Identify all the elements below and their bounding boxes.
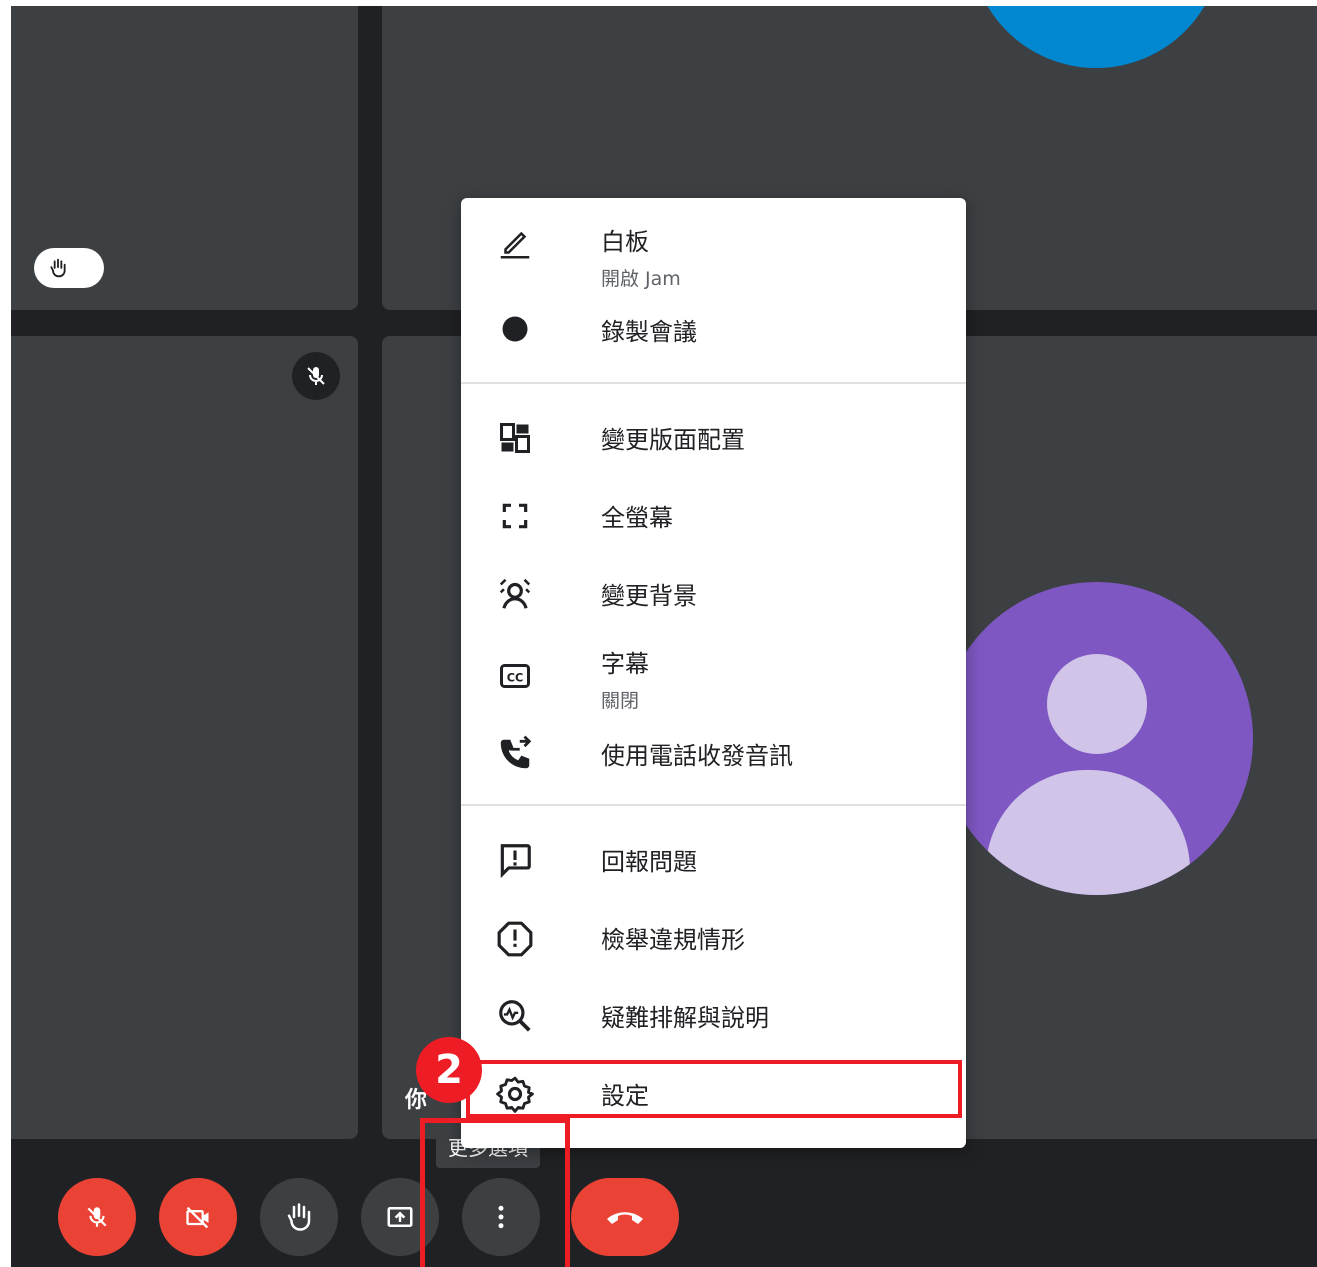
menu-divider	[461, 804, 966, 806]
raise-hand-button[interactable]	[260, 1178, 338, 1256]
menu-item-change-background[interactable]: 變更背景	[461, 554, 966, 632]
menu-item-label: 錄製會議	[601, 318, 697, 346]
avatar	[970, 6, 1222, 68]
menu-item-sublabel: 關閉	[601, 690, 640, 712]
gear-icon	[495, 1074, 535, 1114]
menu-item-sublabel: 開啟 Jam	[601, 268, 681, 290]
menu-item-phone-audio[interactable]: 使用電話收發音訊	[461, 724, 966, 802]
more-options-menu: 白板 開啟 Jam 錄製會議 變更版面配置 全螢幕 變更背景 CC 字幕 關閉	[461, 198, 966, 1148]
mic-off-icon	[307, 367, 325, 385]
background-blur-icon	[495, 574, 535, 614]
menu-item-label: 回報問題	[601, 848, 697, 876]
hand-icon	[287, 1203, 311, 1231]
mic-toggle-button[interactable]	[58, 1178, 136, 1256]
camera-toggle-button[interactable]	[159, 1178, 237, 1256]
avatar	[940, 582, 1253, 895]
menu-item-settings[interactable]: 設定	[461, 1058, 966, 1130]
avatar-body	[986, 770, 1190, 895]
svg-text:CC: CC	[507, 671, 524, 684]
present-screen-button[interactable]	[361, 1178, 439, 1256]
menu-item-change-layout[interactable]: 變更版面配置	[461, 398, 966, 476]
menu-item-label: 變更版面配置	[601, 426, 745, 454]
menu-item-report-abuse[interactable]: 檢舉違規情形	[461, 898, 966, 976]
menu-item-label: 檢舉違規情形	[601, 926, 745, 954]
menu-item-label: 全螢幕	[601, 504, 673, 532]
pen-icon	[495, 223, 535, 263]
phone-forward-icon	[495, 734, 535, 774]
mic-off-icon	[87, 1207, 107, 1227]
feedback-icon	[495, 840, 535, 880]
muted-indicator	[292, 352, 340, 400]
step-number-badge: 2	[416, 1037, 482, 1103]
avatar-head	[1047, 654, 1147, 754]
menu-item-report-problem[interactable]: 回報問題	[461, 820, 966, 898]
troubleshoot-icon	[495, 996, 535, 1036]
menu-item-label: 設定	[601, 1082, 649, 1110]
fullscreen-icon	[495, 496, 535, 536]
leave-call-button[interactable]	[571, 1178, 679, 1256]
menu-item-label: 使用電話收發音訊	[601, 742, 793, 770]
menu-item-label: 字幕	[601, 650, 649, 678]
menu-divider	[461, 382, 966, 384]
menu-item-captions[interactable]: CC 字幕 關閉	[461, 632, 966, 724]
closed-caption-icon: CC	[495, 656, 535, 696]
layout-icon	[495, 418, 535, 458]
menu-item-whiteboard[interactable]: 白板 開啟 Jam	[461, 198, 966, 290]
call-end-icon	[607, 1212, 643, 1224]
participant-tile	[11, 336, 358, 1139]
report-icon	[495, 919, 535, 959]
menu-item-label: 白板	[601, 228, 649, 256]
more-vert-icon	[498, 1205, 504, 1229]
present-icon	[387, 1207, 413, 1227]
menu-item-label: 疑難排解與說明	[601, 1004, 769, 1032]
menu-item-fullscreen[interactable]: 全螢幕	[461, 476, 966, 554]
camera-off-icon	[186, 1206, 209, 1229]
menu-item-record[interactable]: 錄製會議	[461, 290, 966, 368]
menu-item-label: 變更背景	[601, 582, 697, 610]
more-options-button[interactable]	[462, 1178, 540, 1256]
raised-hand-badge	[34, 248, 104, 288]
menu-item-troubleshooting[interactable]: 疑難排解與說明	[461, 976, 966, 1054]
record-dot-icon	[495, 309, 535, 349]
hand-icon	[50, 258, 66, 278]
